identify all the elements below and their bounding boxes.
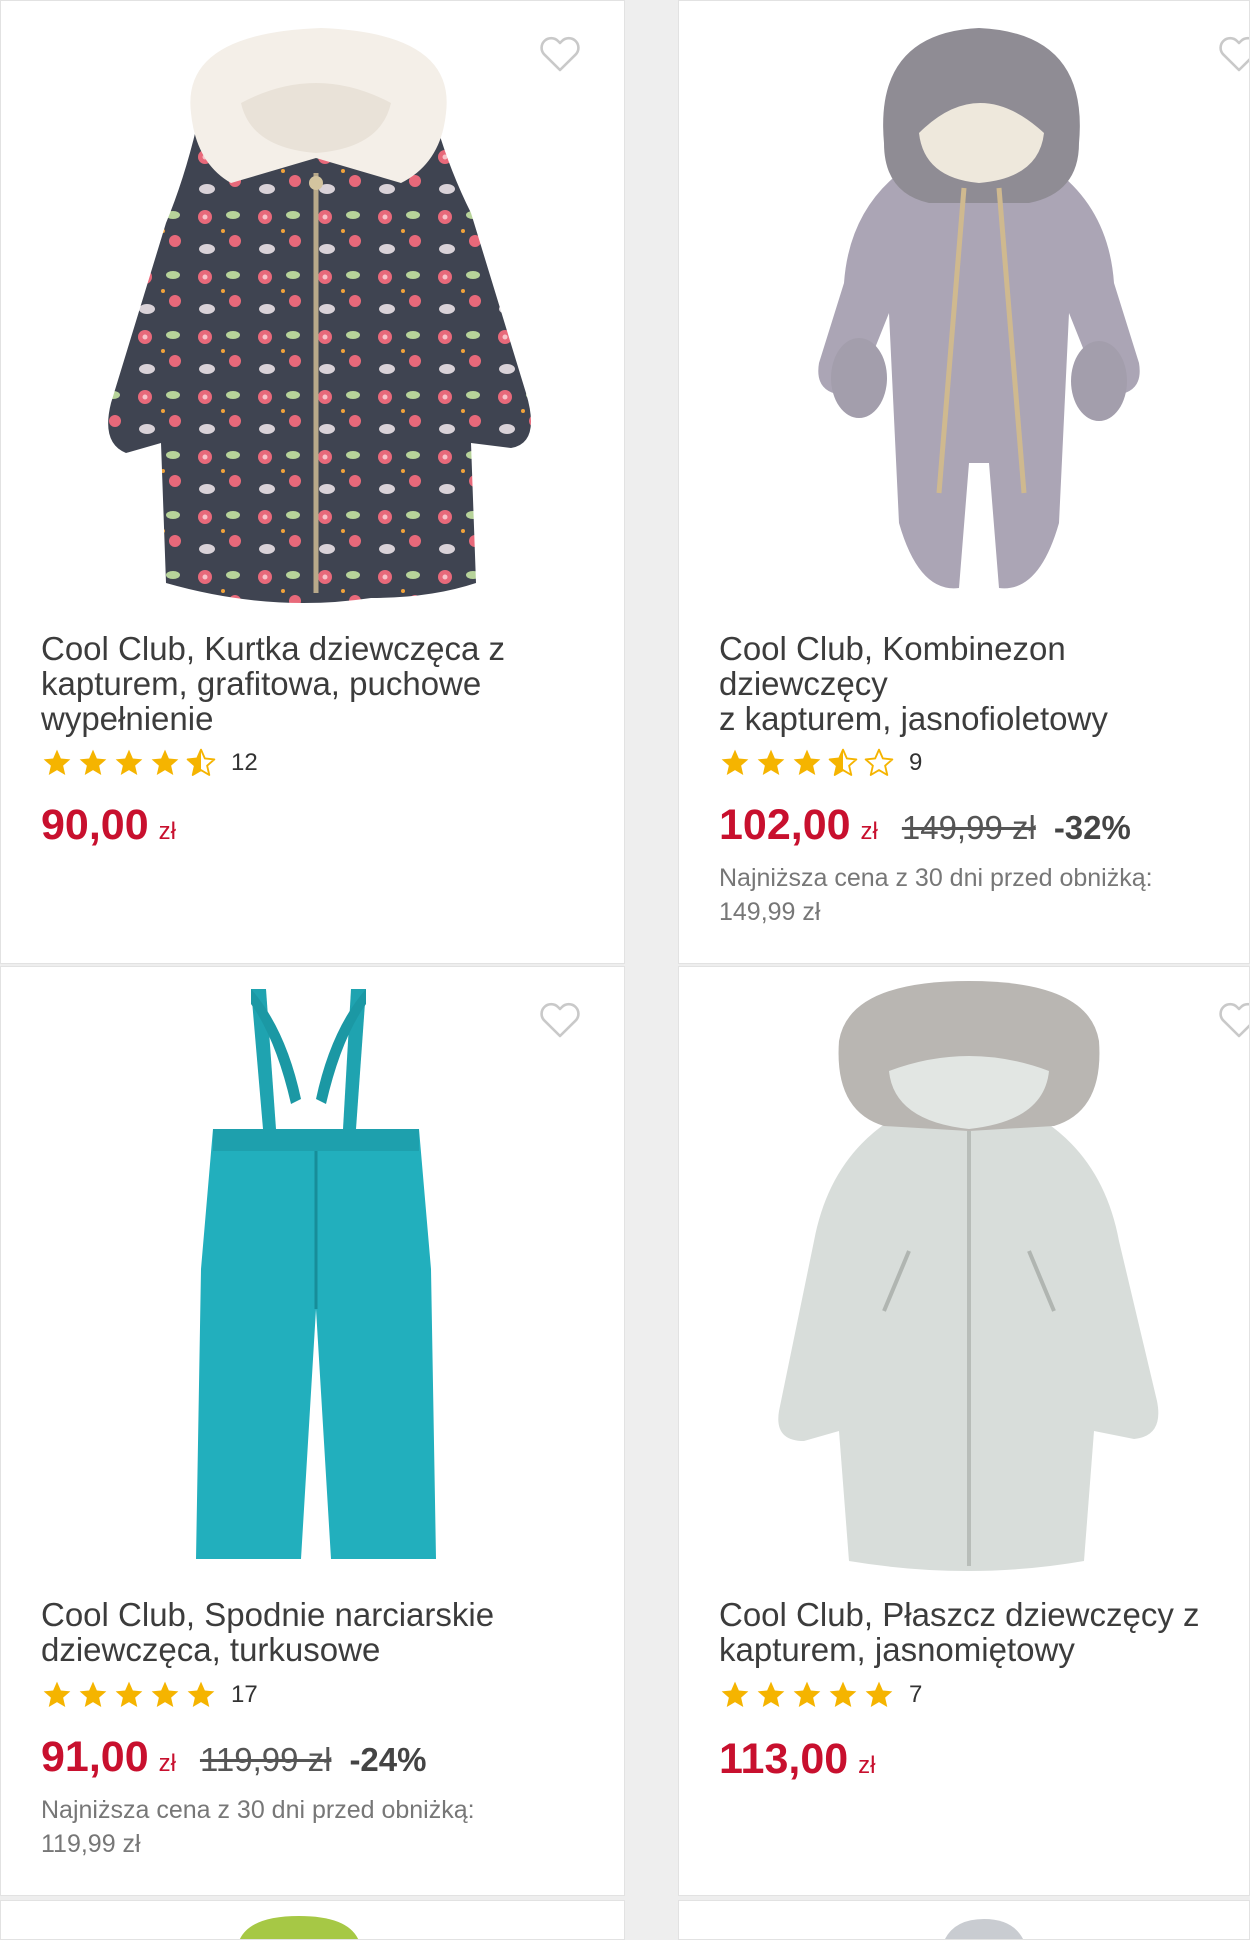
floral-jacket-image[interactable] [71,23,561,613]
product-card[interactable]: Cool Club, Płaszcz dziewczęcy z kapturem… [678,966,1250,1896]
product-card[interactable]: Cool Club, Kombinezon dziewczęcy z kaptu… [678,0,1250,964]
lowest-price-value: 149,99 zł [719,898,821,926]
star-half-icon [186,748,216,776]
lowest-price-label: Najniższa cena z 30 dni przed obniżką: [41,1796,475,1824]
product-title[interactable]: Cool Club, Spodnie narciarskie dziewczęc… [41,1597,610,1667]
star-full-icon [757,749,785,775]
star-full-icon [151,1681,179,1707]
rating-stars: 9 [719,747,922,779]
star-half-icon [828,748,858,776]
currency: zł [158,1750,176,1777]
star-full-icon [115,749,143,775]
lowest-price-value: 119,99 zł [41,1830,141,1858]
star-full-icon [757,1681,785,1707]
lowest-price-label: Najniższa cena z 30 dni przed obniżką: [719,864,1153,892]
product-image-partial[interactable] [939,1911,1029,1940]
rating-stars: 7 [719,1679,922,1711]
price: 102,00 [719,801,851,849]
product-card[interactable]: Cool Club, Kurtka dziewczęca z kapturem,… [0,0,625,964]
rating-stars: 17 [41,1679,258,1711]
heart-icon[interactable] [536,995,584,1043]
review-count: 7 [909,1681,923,1708]
price: 113,00 [719,1735,849,1783]
star-full-icon [187,1681,215,1707]
price-row: 90,00 zł [41,801,176,850]
star-full-icon [79,749,107,775]
review-count: 12 [231,749,258,776]
price: 90,00 [41,801,149,849]
product-image-partial[interactable] [229,1911,369,1940]
currency: zł [858,1752,876,1779]
lowest-price-note: Najniższa cena z 30 dni przed obniżką: 1… [719,861,1229,929]
product-title[interactable]: Cool Club, Kurtka dziewczęca z kapturem,… [41,631,610,736]
snowsuit-image[interactable] [789,23,1169,603]
rating-stars: 12 [41,747,258,779]
product-card[interactable] [678,1900,1250,1940]
currency: zł [158,818,176,845]
star-full-icon [793,1681,821,1707]
star-empty-icon [864,748,894,776]
star-full-icon [115,1681,143,1707]
star-full-icon [43,749,71,775]
star-full-icon [43,1681,71,1707]
review-count: 17 [231,1681,258,1708]
old-price: 149,99 zł [901,809,1036,846]
product-card[interactable]: Cool Club, Spodnie narciarskie dziewczęc… [0,966,625,1896]
review-count: 9 [909,749,923,776]
old-price: 119,99 zł [199,1741,332,1778]
product-title[interactable]: Cool Club, Kombinezon dziewczęcy z kaptu… [719,631,1235,736]
heart-icon[interactable] [1215,29,1250,77]
star-full-icon [79,1681,107,1707]
price-row: 113,00 zł [719,1735,876,1784]
star-full-icon [793,749,821,775]
ski-pants-image[interactable] [191,979,441,1569]
product-card[interactable] [0,1900,625,1940]
lowest-price-note: Najniższa cena z 30 dni przed obniżką: 1… [41,1793,604,1861]
star-full-icon [865,1681,893,1707]
star-full-icon [829,1681,857,1707]
discount-badge: -24% [349,1741,427,1778]
heart-icon[interactable] [1215,995,1250,1043]
price: 91,00 [41,1733,149,1781]
price-row: 102,00 zł 149,99 zł -32% [719,801,1131,850]
discount-badge: -32% [1053,809,1131,846]
star-full-icon [151,749,179,775]
product-title[interactable]: Cool Club, Płaszcz dziewczęcy z kapturem… [719,1597,1235,1667]
mint-coat-image[interactable] [769,981,1169,1581]
star-full-icon [721,1681,749,1707]
star-full-icon [721,749,749,775]
price-row: 91,00 zł 119,99 zł -24% [41,1733,426,1782]
currency: zł [860,818,878,845]
